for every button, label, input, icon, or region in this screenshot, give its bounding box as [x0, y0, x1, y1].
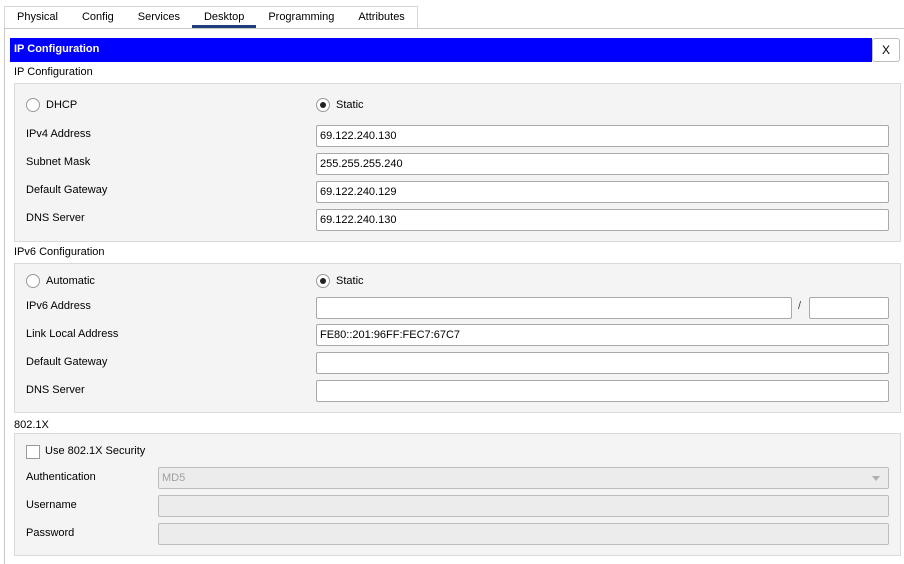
ipv6-address-input[interactable]	[316, 297, 792, 319]
ipv6-gateway-label: Default Gateway	[26, 356, 108, 368]
dhcp-label: DHCP	[46, 99, 78, 111]
ipv6-dns-label: DNS Server	[26, 384, 85, 396]
username-input[interactable]	[158, 495, 889, 517]
prefix-separator: /	[798, 300, 802, 312]
ipv4-dns-input[interactable]: 69.122.240.130	[316, 209, 889, 231]
authentication-label: Authentication	[26, 471, 96, 483]
username-label: Username	[26, 499, 77, 511]
use-8021x-label: Use 802.1X Security	[45, 445, 146, 457]
ipv6-automatic-label: Automatic	[46, 275, 95, 287]
ipv6-dns-input[interactable]	[316, 380, 889, 402]
authentication-select[interactable]: MD5	[158, 467, 889, 489]
close-button[interactable]: X	[872, 38, 900, 62]
link-local-label: Link Local Address	[26, 328, 119, 340]
subnet-mask-label: Subnet Mask	[26, 156, 91, 168]
ipv4-static-label: Static	[336, 99, 364, 111]
chevron-down-icon	[872, 476, 880, 481]
tab-services[interactable]: Services	[126, 7, 192, 28]
subnet-mask-input[interactable]: 255.255.255.240	[316, 153, 889, 175]
password-label: Password	[26, 527, 75, 539]
ipv6-address-label: IPv6 Address	[26, 300, 91, 312]
ipv6-gateway-input[interactable]	[316, 352, 889, 374]
dot1x-section-label: 802.1X	[14, 419, 49, 431]
ipv6-automatic-radio[interactable]	[26, 274, 40, 288]
ipv4-section-label: IP Configuration	[14, 66, 93, 78]
ipv6-prefix-input[interactable]	[809, 297, 889, 319]
tab-bar: Physical Config Services Desktop Program…	[4, 6, 418, 28]
ipv4-gateway-label: Default Gateway	[26, 184, 108, 196]
tab-config[interactable]: Config	[70, 7, 126, 28]
authentication-value: MD5	[162, 472, 186, 484]
tab-attributes[interactable]: Attributes	[346, 7, 416, 28]
ipv4-address-input[interactable]: 69.122.240.130	[316, 125, 889, 147]
ipv4-gateway-input[interactable]: 69.122.240.129	[316, 181, 889, 203]
ipv6-static-label: Static	[336, 275, 364, 287]
window-title: IP Configuration	[10, 38, 872, 62]
link-local-input[interactable]: FE80::201:96FF:FEC7:67C7	[316, 324, 889, 346]
tab-desktop[interactable]: Desktop	[191, 7, 257, 28]
tab-physical[interactable]: Physical	[5, 7, 70, 28]
ipv4-address-label: IPv4 Address	[26, 128, 91, 140]
password-input[interactable]	[158, 523, 889, 545]
tab-programming[interactable]: Programming	[256, 7, 346, 28]
ipv6-static-radio[interactable]	[316, 274, 330, 288]
ipv6-section-label: IPv6 Configuration	[14, 246, 105, 258]
ipv4-dns-label: DNS Server	[26, 212, 85, 224]
ipv4-static-radio[interactable]	[316, 98, 330, 112]
dhcp-radio[interactable]	[26, 98, 40, 112]
use-8021x-checkbox[interactable]	[26, 445, 40, 459]
